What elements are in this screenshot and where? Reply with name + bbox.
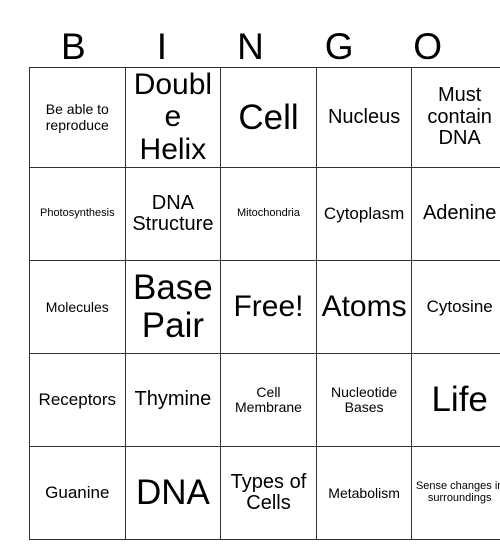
header-letter-b: B — [60, 26, 86, 67]
bingo-cell-label: Free! — [233, 289, 304, 323]
bingo-cell[interactable]: Be able to reproduce — [29, 66, 126, 169]
bingo-cell-label: Life — [431, 380, 488, 420]
bingo-grid-body: Be able to reproduce Double Helix Cell N… — [29, 66, 500, 541]
bingo-cell-label: Nucleotide Bases — [331, 384, 398, 416]
bingo-cell-label: Thymine — [134, 388, 212, 411]
bingo-cell[interactable]: Nucleotide Bases — [315, 353, 413, 448]
bingo-cell[interactable]: Double Helix — [124, 66, 222, 169]
header-letter-i: I — [156, 26, 168, 67]
bingo-cell[interactable]: Thymine — [124, 353, 222, 448]
bingo-cell[interactable]: Adenine — [411, 167, 500, 262]
bingo-cell[interactable]: Cytoplasm — [315, 167, 413, 262]
bingo-cell-label: Mitochondria — [236, 207, 300, 220]
bingo-cell-label: Base Pair — [133, 268, 213, 346]
bingo-cell-label: Types of Cells — [230, 470, 307, 515]
bingo-cell[interactable]: Life — [411, 353, 500, 448]
bingo-card: B I N G O Be able to reproduce Double He… — [29, 18, 500, 541]
bingo-cell[interactable]: Guanine — [29, 446, 126, 541]
header-letter-g: G — [324, 26, 354, 67]
bingo-row: Photosynthesis DNA Structure Mitochondri… — [29, 167, 500, 262]
bingo-cell-label: Be able to reproduce — [45, 101, 109, 133]
bingo-cell-label: Receptors — [38, 389, 117, 409]
bingo-cell-label: Metabolism — [328, 484, 400, 501]
bingo-cell[interactable]: Mitochondria — [220, 167, 317, 262]
header-letter-o: O — [413, 26, 443, 67]
bingo-cell-label: Adenine — [422, 202, 497, 225]
bingo-cell[interactable]: Photosynthesis — [29, 167, 126, 262]
bingo-cell[interactable]: Cell Membrane — [220, 353, 317, 448]
bingo-cell-label: Nucleus — [327, 105, 401, 128]
bingo-cell[interactable]: Sense changes in surroundings — [411, 446, 500, 541]
bingo-cell-label: Cell Membrane — [235, 384, 302, 416]
bingo-cell-label: Cytosine — [426, 296, 493, 316]
bingo-cell-label: Double Helix — [133, 68, 213, 166]
bingo-row: Be able to reproduce Double Helix Cell N… — [29, 66, 500, 169]
bingo-row: Receptors Thymine Cell Membrane Nucleoti… — [29, 353, 500, 448]
bingo-cell-label: Cytoplasm — [323, 203, 405, 223]
bingo-header-row: B I N G O — [29, 18, 472, 67]
header-letter-n: N — [237, 26, 264, 67]
bingo-cell[interactable]: Nucleus — [315, 66, 413, 169]
bingo-cell-label: Must contain DNA — [427, 84, 492, 150]
bingo-cell-label: DNA — [135, 473, 210, 513]
bingo-cell[interactable]: Types of Cells — [220, 446, 317, 541]
bingo-cell-label: Sense changes in surroundings — [415, 480, 500, 505]
bingo-cell-free[interactable]: Free! — [220, 260, 317, 355]
bingo-cell-label: DNA Structure — [132, 191, 214, 236]
bingo-cell-label: Guanine — [45, 482, 110, 502]
bingo-cell-label: Atoms — [321, 289, 407, 323]
bingo-cell[interactable]: DNA — [124, 446, 222, 541]
bingo-cell[interactable]: Must contain DNA — [411, 66, 500, 169]
bingo-cell[interactable]: Cytosine — [411, 260, 500, 355]
bingo-cell-label: Photosynthesis — [39, 207, 115, 220]
bingo-cell[interactable]: Base Pair — [124, 260, 222, 355]
bingo-cell-label: Cell — [238, 97, 299, 137]
bingo-row: Molecules Base Pair Free! Atoms Cytosine — [29, 260, 500, 355]
bingo-cell[interactable]: Receptors — [29, 353, 126, 448]
bingo-cell-label: Molecules — [45, 298, 109, 315]
bingo-row: Guanine DNA Types of Cells Metabolism Se… — [29, 446, 500, 541]
bingo-cell[interactable]: Molecules — [29, 260, 126, 355]
bingo-grid: Be able to reproduce Double Helix Cell N… — [29, 66, 500, 541]
bingo-cell[interactable]: Metabolism — [315, 446, 413, 541]
bingo-cell[interactable]: DNA Structure — [124, 167, 222, 262]
bingo-cell[interactable]: Cell — [220, 66, 317, 169]
bingo-cell[interactable]: Atoms — [315, 260, 413, 355]
